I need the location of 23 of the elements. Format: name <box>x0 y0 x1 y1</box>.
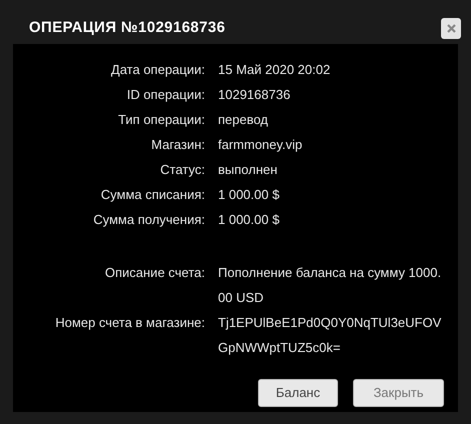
field-value: 1 000.00 $ <box>218 211 280 229</box>
dialog-button[interactable]: Баланс <box>258 379 338 407</box>
field-label: Магазин: <box>150 136 206 154</box>
field-value: Tj1EPUlBeE1Pd0Q0Y0NqTUl3eUFOVGpNWWptTUZ5c0k= <box>218 314 442 357</box>
field-label: Дата операции: <box>110 61 206 79</box>
field-label: Сумма получения: <box>92 211 206 229</box>
dialog-button[interactable]: Закрыть <box>353 379 444 407</box>
field-label: Статус: <box>159 161 206 179</box>
field-label: Сумма списания: <box>100 186 206 204</box>
field-value: 1 000.00 $ <box>218 186 280 204</box>
field-label: Тип операции: <box>117 111 206 129</box>
close-button[interactable] <box>441 18 461 38</box>
field-value: Пополнение баланса на сумму 1000.00 USD <box>218 264 442 307</box>
field-value: выполнен <box>218 161 278 179</box>
dialog-title: ОПЕРАЦИЯ №1029168736 <box>29 18 226 38</box>
field-value: farmmoney.vip <box>218 136 304 154</box>
field-value: 1029168736 <box>218 86 292 104</box>
field-value: перевод <box>218 111 270 129</box>
field-label: ID операции: <box>126 86 206 104</box>
field-label: Описание счета: <box>104 264 206 282</box>
field-label: Номер счета в магазине: <box>54 314 206 332</box>
field-value: 15 Май 2020 20:02 <box>218 61 332 79</box>
close-icon <box>446 24 456 32</box>
